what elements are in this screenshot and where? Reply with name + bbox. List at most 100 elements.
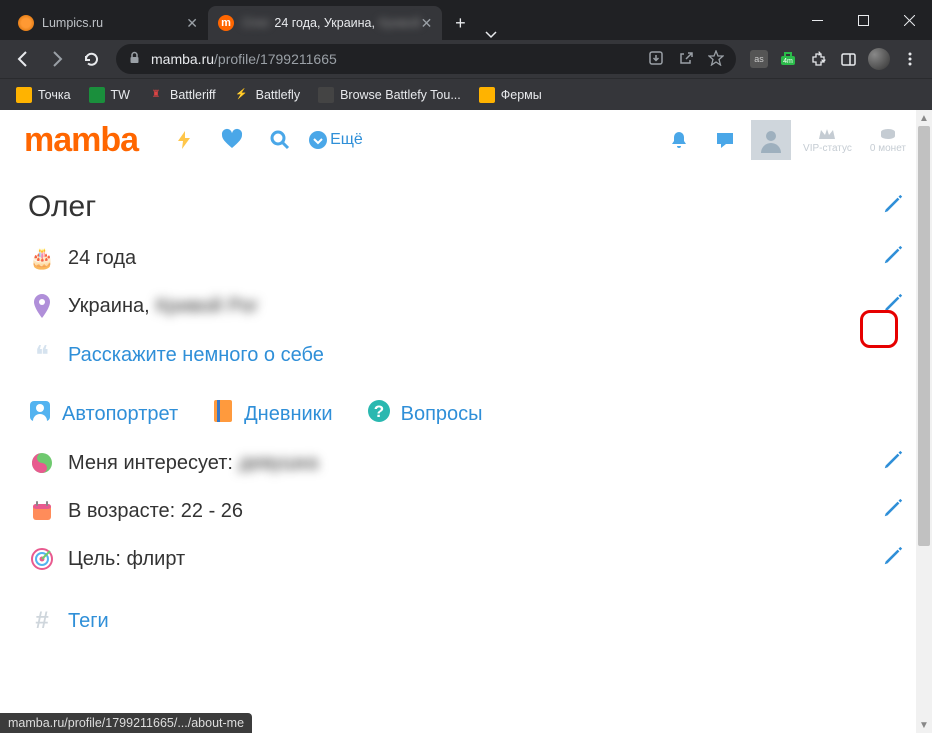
heart-icon[interactable] <box>212 120 252 160</box>
bookmark-label: Battlefly <box>256 88 300 102</box>
lock-icon <box>128 51 141 67</box>
browser-titlebar: Lumpics.ru ✕ m Олег 24 года, Украина, Кр… <box>0 0 932 40</box>
tab-lumpics[interactable]: Lumpics.ru ✕ <box>8 6 208 40</box>
scrollbar-thumb[interactable] <box>918 126 930 546</box>
edit-age-range-button[interactable] <box>882 497 904 525</box>
minimize-button[interactable] <box>794 0 840 40</box>
bolt-icon[interactable] <box>164 120 204 160</box>
person-icon <box>28 399 52 429</box>
browser-toolbar: mamba.ru /profile/1799211665 as 4m <box>0 40 932 78</box>
bookmark-battlefy[interactable]: Browse Battlefy Tou... <box>310 83 469 107</box>
target-icon <box>28 548 56 570</box>
page-content: ▲ ▼ mamba Ещё VIP-статус 0 монет <box>0 110 932 733</box>
scroll-up-icon[interactable]: ▲ <box>916 110 932 126</box>
favicon-mamba: m <box>218 15 234 31</box>
tab-label: Вопросы <box>401 403 483 426</box>
tab-label: Автопортрет <box>62 403 178 426</box>
profile-tabs: Автопортрет Дневники ? Вопросы <box>28 381 904 439</box>
profile-age-row: 🎂 24 года <box>28 234 904 282</box>
vip-status-button[interactable]: VIP-статус <box>797 120 858 160</box>
age-range-text: В возрасте: 22 - 26 <box>68 500 243 523</box>
bookmark-tw[interactable]: TW <box>81 83 138 107</box>
tab-search-icon[interactable] <box>474 28 508 40</box>
tab-title: 24 года, Украина, <box>274 16 375 30</box>
notifications-icon[interactable] <box>659 120 699 160</box>
tags-label: Теги <box>68 610 109 633</box>
tab-title-blurred-2: Кривой <box>379 16 421 30</box>
url-path: /profile/1799211665 <box>214 51 337 67</box>
profile-location-city: Кривой Рог <box>156 295 259 318</box>
hash-icon: # <box>28 607 56 635</box>
question-icon: ? <box>367 399 391 429</box>
svg-text:4m: 4m <box>783 58 793 65</box>
profile-age-range-row: В возрасте: 22 - 26 <box>28 487 904 535</box>
tab-questions[interactable]: ? Вопросы <box>367 399 483 429</box>
tab-title: Lumpics.ru <box>42 16 103 30</box>
profile-section: Олег 🎂 24 года Украина, Кривой Рог ❝ Рас… <box>0 170 932 645</box>
quote-icon: ❝ <box>28 340 56 371</box>
bookmark-battleriff[interactable]: ♜Battleriff <box>140 83 224 107</box>
ext-icon-2[interactable]: 4m <box>778 49 798 69</box>
url-domain: mamba.ru <box>151 51 214 67</box>
profile-tags-row[interactable]: # Теги <box>28 583 904 645</box>
bookmark-label: Точка <box>38 88 71 102</box>
bookmark-label: Фермы <box>501 88 542 102</box>
bookmark-fermy[interactable]: Фермы <box>471 83 550 107</box>
scrollbar[interactable]: ▲ ▼ <box>916 110 932 733</box>
extension-icons: as 4m <box>746 48 924 70</box>
edit-interest-button[interactable] <box>882 449 904 477</box>
forward-button[interactable] <box>42 44 72 74</box>
profile-goal-row: Цель: флирт <box>28 535 904 583</box>
profile-name-row: Олег <box>28 180 904 234</box>
svg-text:?: ? <box>373 402 383 421</box>
site-header: mamba Ещё VIP-статус 0 монет <box>0 110 932 170</box>
more-dropdown[interactable]: Ещё <box>308 120 363 160</box>
messages-icon[interactable] <box>705 120 745 160</box>
bookmark-star-icon[interactable] <box>708 50 724 69</box>
edit-name-button[interactable] <box>882 193 904 221</box>
ext-icon-1[interactable]: as <box>750 50 768 68</box>
back-button[interactable] <box>8 44 38 74</box>
search-icon[interactable] <box>260 120 300 160</box>
tab-mamba[interactable]: m Олег 24 года, Украина, Кривой ✕ <box>208 6 442 40</box>
close-icon[interactable]: ✕ <box>186 15 198 32</box>
new-tab-button[interactable]: + <box>446 9 474 37</box>
bookmark-battlefly[interactable]: ⚡Battlefly <box>226 83 308 107</box>
extensions-icon[interactable] <box>808 49 828 69</box>
edit-goal-button[interactable] <box>882 545 904 573</box>
bookmark-label: Battleriff <box>170 88 216 102</box>
maximize-button[interactable] <box>840 0 886 40</box>
profile-age: 24 года <box>68 247 136 270</box>
tab-selfportrait[interactable]: Автопортрет <box>28 399 178 429</box>
scroll-down-icon[interactable]: ▼ <box>916 717 932 733</box>
edit-age-button[interactable] <box>882 244 904 272</box>
cake-icon: 🎂 <box>28 246 56 271</box>
profile-avatar-icon[interactable] <box>868 48 890 70</box>
sidepanel-icon[interactable] <box>838 49 858 69</box>
coins-label: 0 монет <box>870 143 906 154</box>
bookmark-tochka[interactable]: Точка <box>8 83 79 107</box>
calendar-icon <box>28 500 56 522</box>
install-icon[interactable] <box>648 50 664 69</box>
site-logo[interactable]: mamba <box>24 121 138 160</box>
share-icon[interactable] <box>678 50 694 69</box>
address-bar[interactable]: mamba.ru /profile/1799211665 <box>116 44 736 74</box>
interest-label: Меня интересует: <box>68 452 233 475</box>
coins-button[interactable]: 0 монет <box>864 120 912 160</box>
goal-text: Цель: флирт <box>68 548 185 571</box>
close-window-button[interactable] <box>886 0 932 40</box>
profile-name: Олег <box>28 190 96 224</box>
profile-about-row[interactable]: ❝ Расскажите немного о себе <box>28 330 904 381</box>
pin-icon <box>28 294 56 318</box>
tab-diaries[interactable]: Дневники <box>212 399 332 429</box>
tab-title-blurred: Олег <box>242 16 270 30</box>
bookmark-label: Browse Battlefy Tou... <box>340 88 461 102</box>
bookmarks-bar: Точка TW ♜Battleriff ⚡Battlefly Browse B… <box>0 78 932 110</box>
close-icon[interactable]: ✕ <box>421 15 433 32</box>
tab-label: Дневники <box>244 403 332 426</box>
menu-icon[interactable] <box>900 49 920 69</box>
about-prompt: Расскажите немного о себе <box>68 344 324 367</box>
user-avatar[interactable] <box>751 120 791 160</box>
reload-button[interactable] <box>76 44 106 74</box>
window-controls <box>794 0 932 40</box>
